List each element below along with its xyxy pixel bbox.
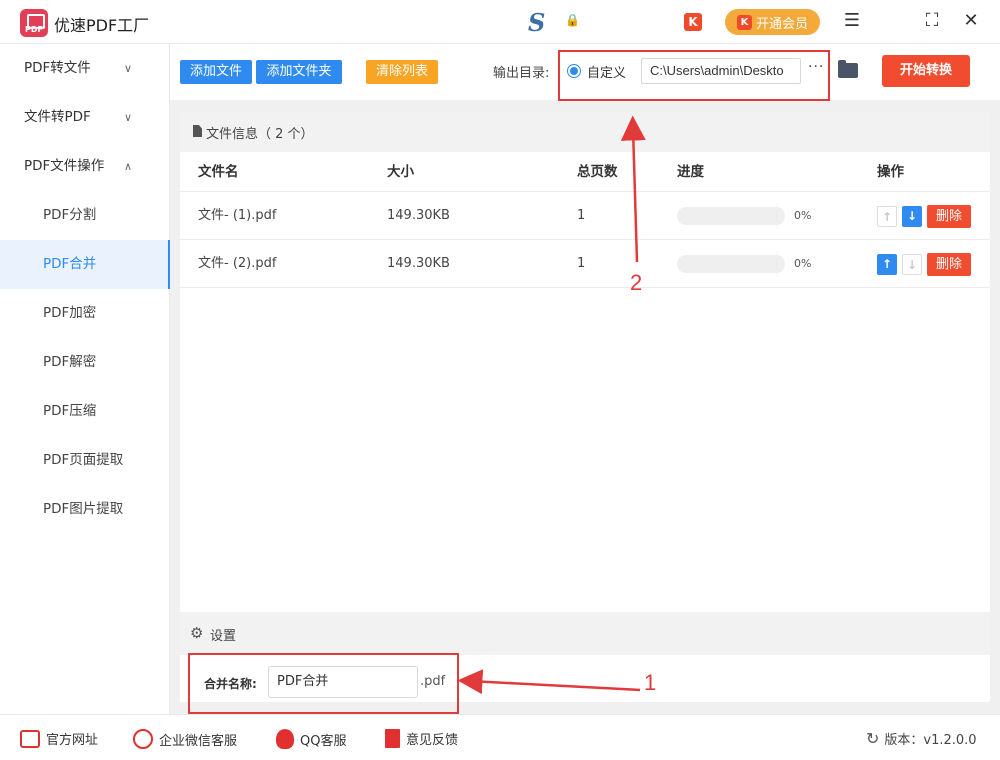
annotation-arrows: 2 1	[457, 115, 656, 695]
annotation-arrow-1	[457, 669, 641, 695]
feedback-label: 意见反馈	[406, 733, 459, 748]
annotation-label-1: 1	[644, 670, 656, 695]
qq-support-link[interactable]: QQ客服	[276, 729, 346, 749]
wechat-support-link[interactable]: 企业微信客服	[133, 729, 237, 749]
wechat-icon	[133, 729, 153, 749]
website-link[interactable]: 官方网址	[20, 729, 98, 748]
feedback-icon	[385, 729, 400, 748]
wechat-label: 企业微信客服	[159, 733, 238, 749]
footer: 官方网址 企业微信客服 QQ客服 意见反馈 ↻ 版本：v1.2.0.0	[0, 714, 1000, 760]
website-icon	[20, 729, 40, 748]
annotation-label-2: 2	[630, 270, 642, 295]
refresh-icon: ↻	[866, 729, 880, 748]
version-info[interactable]: ↻ 版本：v1.2.0.0	[866, 729, 977, 748]
qq-label: QQ客服	[300, 733, 347, 749]
website-label: 官方网址	[46, 733, 99, 748]
qq-icon	[276, 729, 294, 749]
version-label: 版本：v1.2.0.0	[884, 733, 977, 748]
annotation-arrow-2	[620, 115, 646, 263]
feedback-link[interactable]: 意见反馈	[385, 729, 458, 748]
